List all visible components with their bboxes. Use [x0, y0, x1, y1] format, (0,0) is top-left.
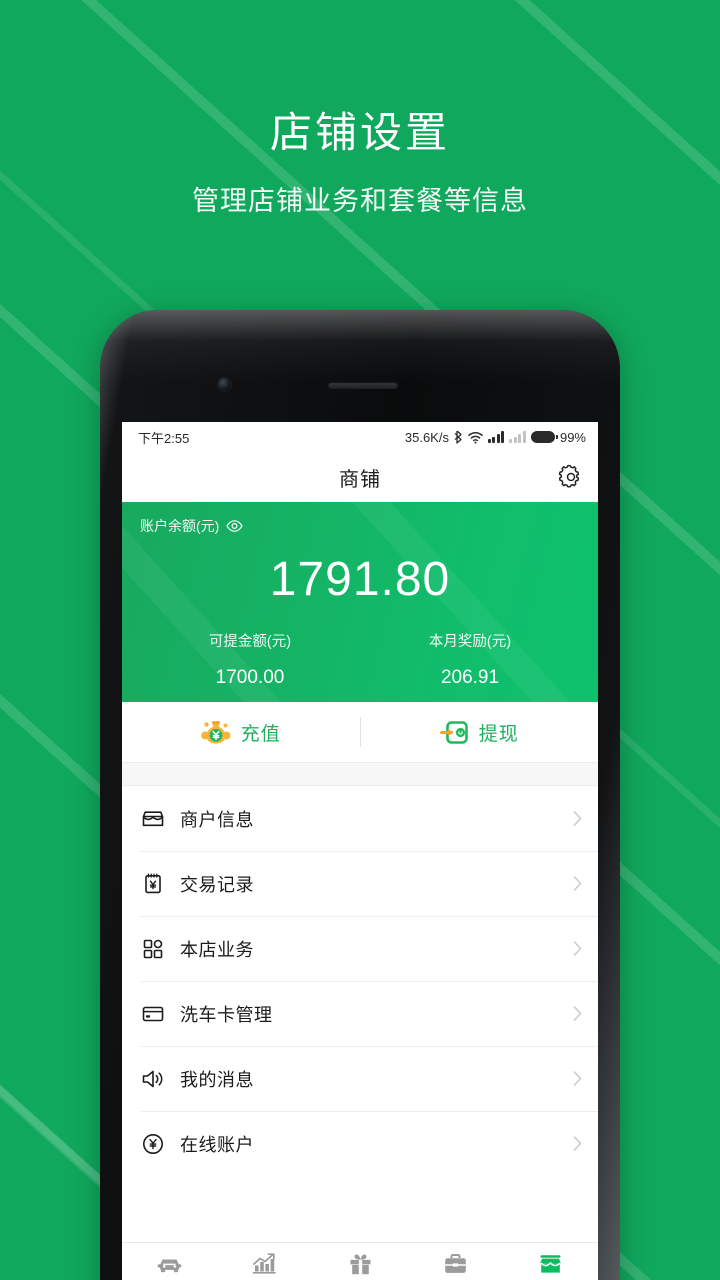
chevron-right-icon — [573, 1136, 582, 1151]
withdraw-button[interactable]: 提现 — [361, 719, 599, 746]
balance-label: 账户余额(元) — [140, 518, 220, 534]
available-amount-label: 可提金额(元) — [208, 634, 292, 650]
menu-item-online-account[interactable]: 在线账户 — [122, 1111, 598, 1176]
storefront-icon — [540, 1255, 561, 1273]
menu-item-label: 本店业务 — [180, 939, 254, 960]
tab-data[interactable]: 数据 — [217, 1252, 312, 1280]
available-amount-block: 可提金额(元) 1700.00 — [140, 630, 360, 689]
tab-shop[interactable]: 商铺 — [503, 1252, 598, 1280]
available-amount-value: 1700.00 — [215, 667, 285, 688]
recharge-button[interactable]: 充值 — [122, 718, 360, 746]
status-battery-percent: 99% — [559, 429, 586, 445]
action-row: 充值 提现 — [122, 702, 598, 762]
menu-item-wash-card-management[interactable]: 洗车卡管理 — [122, 981, 598, 1046]
app-header: 商铺 — [122, 452, 598, 502]
menu-item-label: 商户信息 — [180, 809, 254, 830]
front-camera-icon — [218, 378, 231, 391]
money-bag-icon — [200, 721, 231, 744]
promo-title: 店铺设置 — [269, 109, 450, 156]
phone-screen: 下午2:55 35.6K/s 99% 商铺 账户余额(元) 1791.80 可提… — [122, 422, 598, 1280]
monthly-reward-value: 206.91 — [440, 667, 500, 688]
promo-background: 店铺设置 管理店铺业务和套餐等信息 下午2:55 35.6K/s 99% 商铺 … — [0, 0, 720, 1280]
bluetooth-icon — [454, 430, 462, 444]
signal-bars-icon — [487, 431, 505, 443]
tab-vehicles[interactable]: 车辆 — [122, 1252, 217, 1280]
gift-icon — [350, 1254, 370, 1275]
chart-icon — [252, 1253, 277, 1274]
menu-item-my-messages[interactable]: 我的消息 — [122, 1046, 598, 1111]
recharge-label: 充值 — [240, 723, 281, 745]
chevron-right-icon — [573, 941, 582, 956]
phone-top-hardware — [100, 368, 620, 422]
balance-amount: 1791.80 — [269, 553, 451, 606]
wallet-withdraw-icon — [439, 720, 468, 744]
car-icon — [157, 1259, 182, 1273]
earpiece-speaker-icon — [328, 382, 398, 389]
monthly-reward-label: 本月奖励(元) — [428, 634, 512, 650]
phone-mockup: 下午2:55 35.6K/s 99% 商铺 账户余额(元) 1791.80 可提… — [100, 310, 620, 1280]
wifi-icon — [468, 431, 483, 444]
chevron-right-icon — [573, 1006, 582, 1021]
briefcase-icon — [444, 1254, 466, 1273]
withdraw-label: 提现 — [478, 723, 519, 745]
menu-list: 商户信息 交易记录 本店业务 洗车卡管理 我的消息 在线账户 — [122, 786, 598, 1176]
menu-item-transaction-records[interactable]: 交易记录 — [122, 851, 598, 916]
status-time: 下午2:55 — [138, 430, 190, 446]
menu-item-merchant-info[interactable]: 商户信息 — [122, 786, 598, 851]
eye-icon[interactable] — [226, 520, 244, 532]
menu-item-label: 在线账户 — [180, 1134, 254, 1155]
battery-icon — [530, 431, 558, 443]
speaker-icon — [142, 1070, 163, 1087]
yen-circle-icon — [143, 1133, 163, 1154]
chevron-right-icon — [573, 811, 582, 826]
status-network-speed: 35.6K/s — [404, 429, 449, 445]
monthly-reward-block: 本月奖励(元) 206.91 — [360, 630, 580, 689]
tab-marketing[interactable]: 营销 — [312, 1252, 407, 1280]
menu-item-store-business[interactable]: 本店业务 — [122, 916, 598, 981]
menu-item-label: 交易记录 — [180, 874, 254, 895]
card-icon — [142, 1006, 164, 1021]
balance-card: 账户余额(元) 1791.80 可提金额(元) 1700.00 本月奖励(元) … — [122, 502, 598, 702]
menu-item-label: 洗车卡管理 — [180, 1004, 273, 1025]
bottom-tab-bar: 车辆 数据 — [122, 1242, 598, 1280]
page-title: 商铺 — [339, 468, 381, 491]
signal-bars-off-icon — [509, 431, 526, 443]
tab-business[interactable]: 业务 — [408, 1252, 503, 1280]
chevron-right-icon — [573, 876, 582, 891]
receipt-yen-icon — [145, 873, 161, 893]
gear-icon[interactable] — [558, 464, 584, 490]
promo-header: 店铺设置 管理店铺业务和套餐等信息 — [0, 0, 720, 219]
status-bar: 下午2:55 35.6K/s 99% — [122, 422, 598, 452]
chevron-right-icon — [573, 1071, 582, 1086]
promo-subtitle: 管理店铺业务和套餐等信息 — [192, 186, 528, 217]
section-gap — [122, 762, 598, 786]
menu-item-label: 我的消息 — [180, 1069, 254, 1090]
storefront-icon — [142, 810, 164, 826]
grid-icon — [143, 939, 163, 958]
